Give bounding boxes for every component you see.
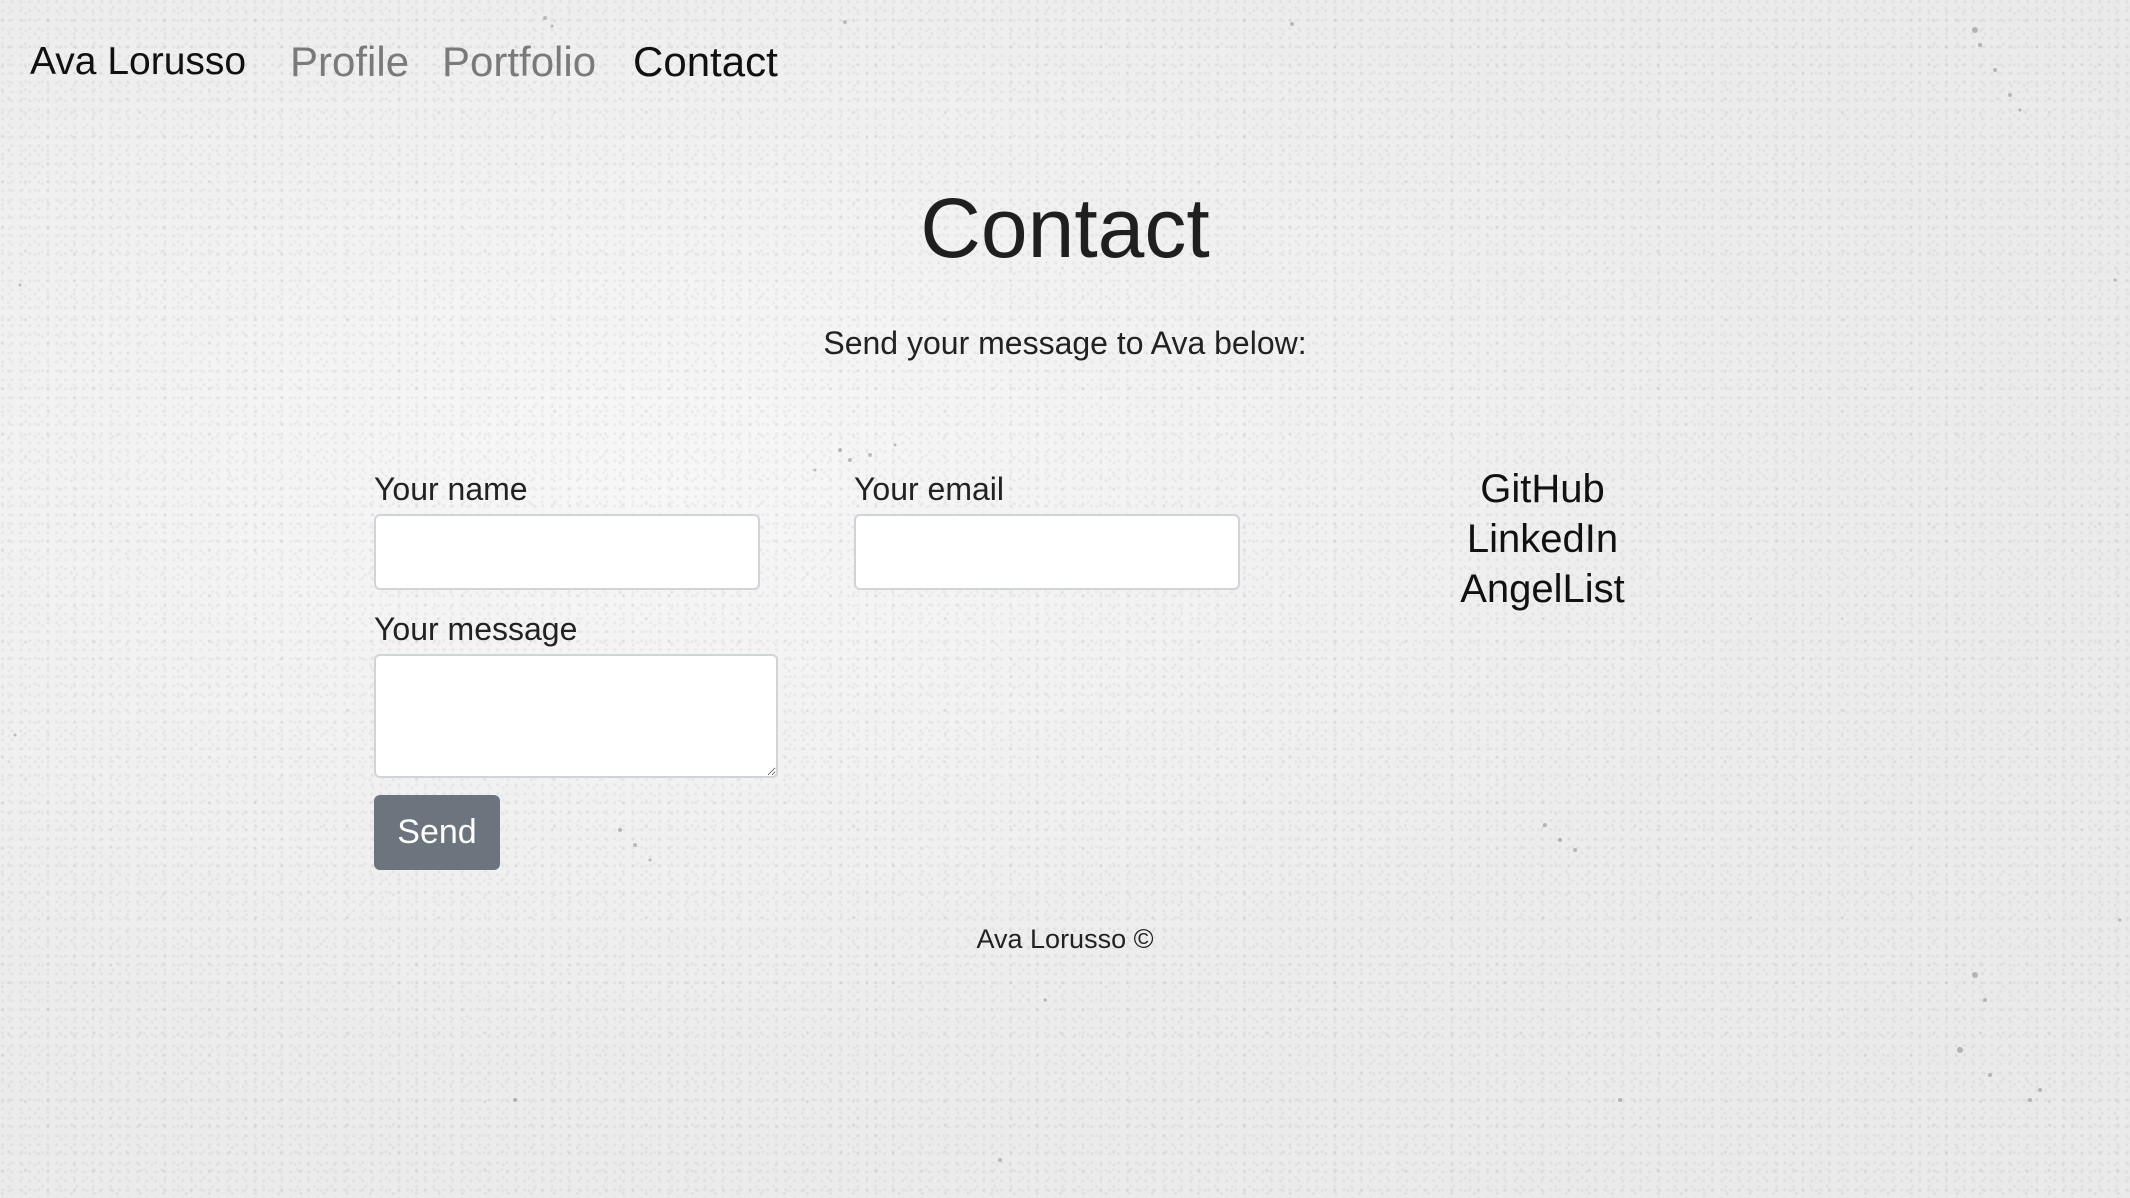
page-title: Contact: [920, 181, 1210, 275]
navbar: Ava Lorusso Profile Portfolio Contact: [0, 0, 2130, 130]
nav-link-portfolio[interactable]: Portfolio: [442, 38, 596, 86]
github-link[interactable]: GitHub: [1400, 464, 1685, 514]
email-input[interactable]: [854, 514, 1240, 590]
name-label: Your name: [374, 471, 528, 507]
page-subtitle: Send your message to Ava below:: [823, 325, 1307, 361]
message-textarea[interactable]: [374, 654, 778, 778]
brand-link[interactable]: Ava Lorusso: [30, 40, 246, 84]
angellist-link[interactable]: AngelList: [1400, 564, 1685, 614]
nav-link-contact[interactable]: Contact: [633, 38, 778, 86]
nav-link-profile[interactable]: Profile: [290, 38, 409, 86]
linkedin-link[interactable]: LinkedIn: [1400, 514, 1685, 564]
name-input[interactable]: [374, 514, 760, 590]
send-button[interactable]: Send: [374, 795, 500, 870]
email-label: Your email: [854, 471, 1005, 507]
message-label: Your message: [374, 611, 578, 647]
social-links: GitHub LinkedIn AngelList: [1400, 464, 1685, 614]
footer-copyright: Ava Lorusso ©: [976, 924, 1154, 954]
